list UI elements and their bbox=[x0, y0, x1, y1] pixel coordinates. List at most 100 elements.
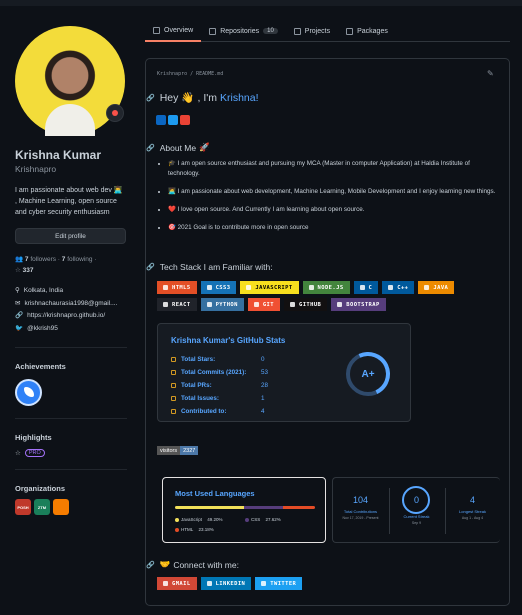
list-item: ❤️ I love open source. And Currently I a… bbox=[168, 205, 503, 215]
org-avatar[interactable] bbox=[53, 499, 69, 515]
tab-repositories[interactable]: Repositories 10 bbox=[201, 20, 286, 42]
tab-label: Projects bbox=[304, 27, 331, 35]
grade-ring: A+ bbox=[339, 345, 397, 403]
github-stats-card[interactable]: Krishna Kumar's GitHub Stats Total Stars… bbox=[157, 323, 411, 422]
edit-profile-button[interactable]: Edit profile bbox=[15, 228, 126, 244]
org-avatar[interactable]: POSH bbox=[15, 499, 31, 515]
badge-logo-icon bbox=[388, 285, 394, 290]
badge-bootstrap[interactable]: BOOTSTRAP bbox=[331, 298, 386, 311]
anchor-link-icon[interactable]: 🔗 bbox=[146, 94, 155, 102]
list-item: 🎓 I am open source enthusiast and pursui… bbox=[168, 159, 503, 179]
badge-label: JAVA bbox=[433, 284, 449, 291]
star-icon: ☆ bbox=[15, 450, 21, 457]
badge-node-js[interactable]: NODE.JS bbox=[302, 281, 350, 294]
lang-item: JavaScript 49.20% bbox=[175, 517, 245, 522]
issue-icon bbox=[171, 396, 176, 401]
tab-label: Repositories bbox=[220, 27, 260, 35]
profile-tabs: Overview Repositories 10 Projects Packag… bbox=[145, 20, 510, 42]
tech-badges-row-2: REACT PYTHON GIT GITHUB BOOTSTRAP bbox=[157, 298, 386, 311]
longest-label: Longest Streak bbox=[459, 509, 486, 514]
stat-value: 28 bbox=[261, 382, 269, 389]
badge-git[interactable]: GIT bbox=[247, 298, 280, 311]
achievements-title: Achievements bbox=[15, 362, 66, 371]
edit-pencil-icon[interactable]: ✎ bbox=[487, 69, 495, 78]
badge-javascript[interactable]: JAVASCRIPT bbox=[240, 281, 299, 294]
badge-github[interactable]: GITHUB bbox=[283, 298, 328, 311]
lang-dot bbox=[245, 517, 249, 522]
stats-rows: Total Stars: 0 Total Commits (2021): 53 To… bbox=[171, 353, 268, 418]
avatar[interactable] bbox=[15, 26, 125, 136]
star-icon bbox=[171, 357, 176, 362]
clock-icon bbox=[171, 370, 176, 375]
visitors-count: 2327 bbox=[180, 446, 199, 455]
website-link[interactable]: https://krishnapro.github.io/ bbox=[27, 310, 105, 323]
highlights-title: Highlights bbox=[15, 433, 52, 442]
repo-icon bbox=[209, 27, 217, 35]
stat-value: 4 bbox=[261, 408, 265, 415]
followers-count[interactable]: 7 bbox=[25, 256, 29, 263]
top-languages-card[interactable]: Most Used Languages JavaScript 49.20% CS… bbox=[162, 477, 326, 543]
badge-label: C++ bbox=[397, 284, 409, 291]
total-value: 104 bbox=[352, 495, 369, 505]
anchor-link-icon[interactable]: 🔗 bbox=[146, 561, 155, 569]
tab-label: Overview bbox=[164, 26, 194, 34]
badge-react[interactable]: REACT bbox=[157, 298, 197, 311]
anchor-link-icon[interactable]: 🔗 bbox=[146, 263, 155, 271]
badge-label: REACT bbox=[172, 301, 191, 308]
followers-label[interactable]: followers bbox=[30, 256, 56, 263]
badge-c[interactable]: C bbox=[353, 281, 379, 294]
readme-card: Krishnapro / README.md ✎ 🔗 Hey 👋 , I'm K… bbox=[145, 58, 510, 606]
total-range: Nov 17, 2019 - Present bbox=[342, 516, 379, 520]
badge-label: BOOTSTRAP bbox=[346, 301, 380, 308]
list-item: 🧑‍💻 I am passionate about web developmen… bbox=[168, 187, 503, 197]
lang-dot bbox=[175, 517, 179, 522]
badge-logo-icon bbox=[163, 581, 168, 586]
badge-css3[interactable]: CSS3 bbox=[200, 281, 237, 294]
linkedin-icon[interactable] bbox=[156, 115, 166, 125]
readme-path[interactable]: Krishnapro / README.md bbox=[157, 71, 223, 77]
stats-title: Krishna Kumar's GitHub Stats bbox=[171, 336, 286, 345]
status-emoji-button[interactable] bbox=[106, 104, 124, 122]
visitors-badge[interactable]: visitors 2327 bbox=[157, 446, 199, 455]
about-heading: 🔗 About Me 🚀 bbox=[146, 142, 210, 153]
package-icon bbox=[346, 27, 354, 35]
about-list: 🎓 I am open source enthusiast and pursui… bbox=[163, 159, 503, 241]
badge-logo-icon bbox=[163, 285, 168, 290]
tab-overview[interactable]: Overview bbox=[145, 20, 202, 42]
badge-html5[interactable]: HTML5 bbox=[157, 281, 197, 294]
streak-stats-card[interactable]: 104 Total Contributions Nov 17, 2019 - P… bbox=[332, 477, 500, 543]
hey-text: Hey bbox=[159, 91, 179, 104]
badge-twitter[interactable]: TWITTER bbox=[255, 577, 303, 590]
twitter-link[interactable]: @kkrish95 bbox=[27, 323, 58, 336]
gmail-icon[interactable] bbox=[180, 115, 190, 125]
stars-count[interactable]: 337 bbox=[23, 267, 34, 274]
anchor-link-icon[interactable]: 🔗 bbox=[146, 144, 155, 152]
badge-java[interactable]: JAVA bbox=[418, 281, 455, 294]
badge-gmail[interactable]: GMAIL bbox=[157, 577, 197, 590]
badge-label: C bbox=[368, 284, 373, 291]
stat-label: Total Stars: bbox=[181, 356, 216, 363]
twitter-icon[interactable] bbox=[168, 115, 178, 125]
tab-packages[interactable]: Packages bbox=[338, 20, 396, 42]
badge-linkedin[interactable]: LINKEDIN bbox=[200, 577, 252, 590]
badge-c-[interactable]: C++ bbox=[382, 281, 415, 294]
following-count[interactable]: 7 bbox=[62, 256, 66, 263]
tab-projects[interactable]: Projects bbox=[286, 20, 338, 42]
org-avatar[interactable]: ZTM bbox=[34, 499, 50, 515]
achievement-badge-icon[interactable] bbox=[15, 379, 42, 406]
badge-python[interactable]: PYTHON bbox=[200, 298, 244, 311]
badge-logo-icon bbox=[424, 285, 430, 290]
highlight-pro: ☆ PRO bbox=[15, 449, 127, 457]
link-icon: 🔗 bbox=[15, 312, 24, 319]
profile-login: Krishnapro bbox=[15, 164, 57, 174]
avatar-photo bbox=[45, 104, 95, 136]
lang-item: HTML 23.18% bbox=[175, 527, 245, 532]
book-icon bbox=[153, 26, 160, 34]
badge-logo-icon bbox=[206, 302, 212, 307]
following-label[interactable]: following bbox=[67, 256, 92, 263]
langs-bar bbox=[175, 506, 315, 509]
email-link[interactable]: krishnachaurasia1998@gmail.... bbox=[24, 298, 117, 311]
badge-label: GITHUB bbox=[298, 301, 322, 308]
longest-value: 4 bbox=[469, 495, 475, 505]
connect-heading: 🔗 🤝 Connect with me: bbox=[146, 559, 239, 570]
